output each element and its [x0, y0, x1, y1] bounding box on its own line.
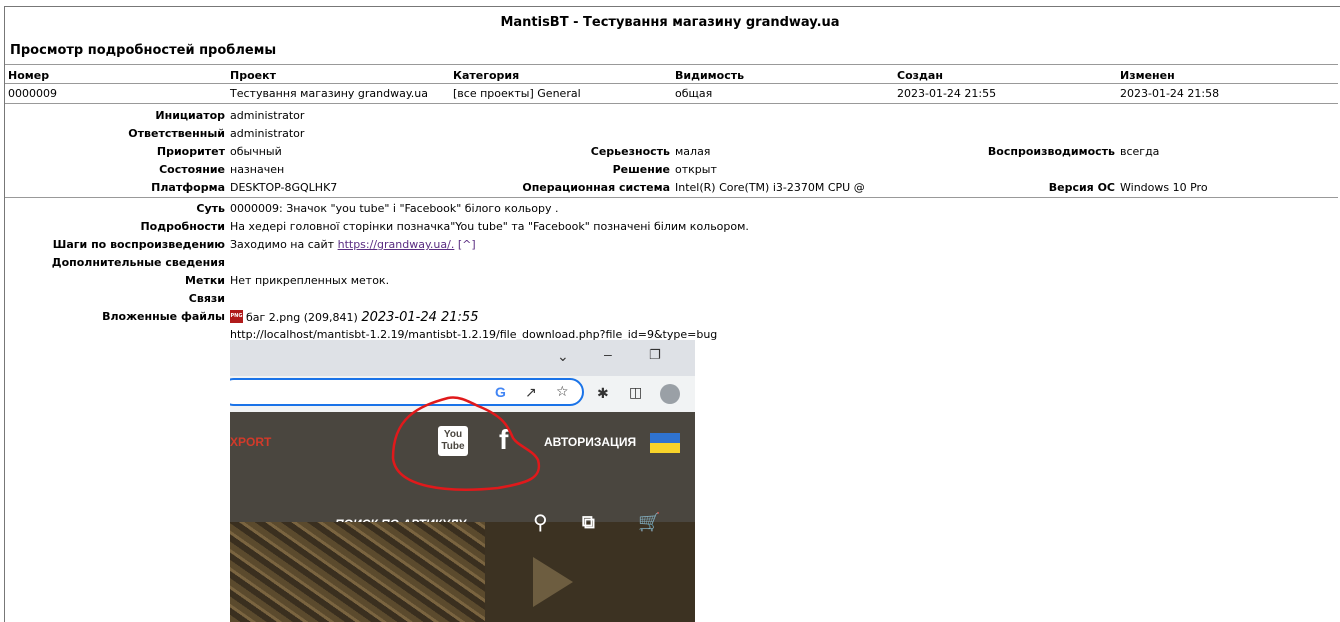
sidepanel-icon: ◫ [629, 384, 643, 400]
header-category: Категория [453, 69, 520, 82]
platform-value: DESKTOP-8GQLHK7 [230, 181, 338, 194]
tags-value: Нет прикрепленных меток. [230, 274, 390, 287]
flag-top [650, 433, 680, 443]
header-project: Проект [230, 69, 276, 82]
divider [5, 103, 1338, 104]
os-version-label: Версия ОС [1048, 181, 1115, 194]
header-updated: Изменен [1120, 69, 1175, 82]
header-id: Номер [8, 69, 50, 82]
product-image-dark [485, 522, 695, 622]
value-id: 0000009 [8, 87, 57, 100]
steps-link[interactable]: https://grandway.ua/. [338, 238, 455, 251]
attachments-label: Вложенные файлы [102, 310, 225, 323]
profile-icon [660, 384, 680, 404]
os-label: Операционная система [522, 181, 670, 194]
description-value: На хедері головної сторінки позначка"You… [230, 220, 749, 233]
png-file-icon[interactable]: PNG [230, 310, 243, 323]
severity-label: Серьезность [590, 145, 670, 158]
resolution-value: открыт [675, 163, 717, 176]
steps-label: Шаги по воспроизведению [52, 238, 225, 251]
red-highlight-circle [391, 396, 541, 491]
header-visibility: Видимость [675, 69, 745, 82]
attachment-line: PNG баг 2.png (209,841) 2023-01-24 21:55 [230, 310, 478, 325]
handler-label: Ответственный [128, 127, 225, 140]
compare-icon: ⧉ [582, 512, 595, 532]
value-created: 2023-01-24 21:55 [897, 87, 997, 100]
steps-text: Заходимо на сайт [230, 238, 338, 251]
severity-value: малая [675, 145, 711, 158]
reporter-label: Инициатор [155, 109, 225, 122]
status-value: назначен [230, 163, 285, 176]
chevron-down-icon: ⌄ [557, 348, 569, 364]
divider [5, 83, 1338, 84]
reproducibility-value: всегда [1120, 145, 1160, 158]
relations-label: Связи [188, 292, 225, 305]
steps-value: Заходимо на сайт https://grandway.ua/. [… [230, 238, 476, 251]
search-icon: ⚲ [533, 512, 548, 534]
attachment-filename[interactable]: баг 2.png (209,841) [246, 311, 358, 324]
reporter-value: administrator [230, 109, 305, 122]
auth-text: АВТОРИЗАЦИЯ [544, 435, 637, 449]
external-link-icon[interactable]: [^] [454, 238, 476, 251]
value-updated: 2023-01-24 21:58 [1120, 87, 1220, 100]
priority-label: Приоритет [156, 145, 225, 158]
attachment-preview-image[interactable]: ⌄ – ❐ G ↗ ☆ ✱ ◫ XPORT You Tube f АВТОРИЗА… [230, 340, 695, 622]
product-image [230, 522, 485, 622]
extensions-icon: ✱ [597, 385, 609, 401]
divider [5, 64, 1338, 65]
value-category: [все проекты] General [453, 87, 581, 100]
value-project: Тестування магазину grandway.ua [230, 87, 429, 100]
description-label: Подробности [140, 220, 225, 233]
os-version-value: Windows 10 Pro [1120, 181, 1208, 194]
tags-label: Метки [185, 274, 225, 287]
cart-icon: 🛒 [638, 512, 661, 532]
platform-label: Платформа [151, 181, 225, 194]
restore-icon: ❐ [649, 347, 661, 362]
reproducibility-label: Воспроизводимость [987, 145, 1115, 158]
export-text: XPORT [230, 435, 272, 449]
resolution-label: Решение [612, 163, 670, 176]
summary-label: Суть [196, 202, 225, 215]
divider [5, 197, 1338, 198]
summary-value: 0000009: Значок "you tube" і "Facebook" … [230, 202, 559, 215]
os-value: Intel(R) Core(TM) i3-2370M CPU @ [675, 181, 865, 194]
star-icon: ☆ [556, 383, 569, 399]
section-heading: Просмотр подробностей проблемы [10, 43, 277, 58]
minimize-icon: – [604, 346, 612, 362]
priority-value: обычный [230, 145, 282, 158]
handler-value: administrator [230, 127, 305, 140]
additional-info-label: Дополнительные сведения [51, 256, 225, 269]
flag-bottom [650, 443, 680, 453]
status-label: Состояние [159, 163, 225, 176]
page-title: MantisBT - Тестування магазину grandway.… [500, 15, 840, 30]
ukraine-flag-icon [650, 433, 680, 453]
value-visibility: общая [675, 87, 713, 100]
play-icon [533, 557, 573, 607]
attachment-date: 2023-01-24 21:55 [361, 310, 479, 325]
browser-titlebar: ⌄ – ❐ [230, 340, 695, 376]
header-created: Создан [897, 69, 943, 82]
